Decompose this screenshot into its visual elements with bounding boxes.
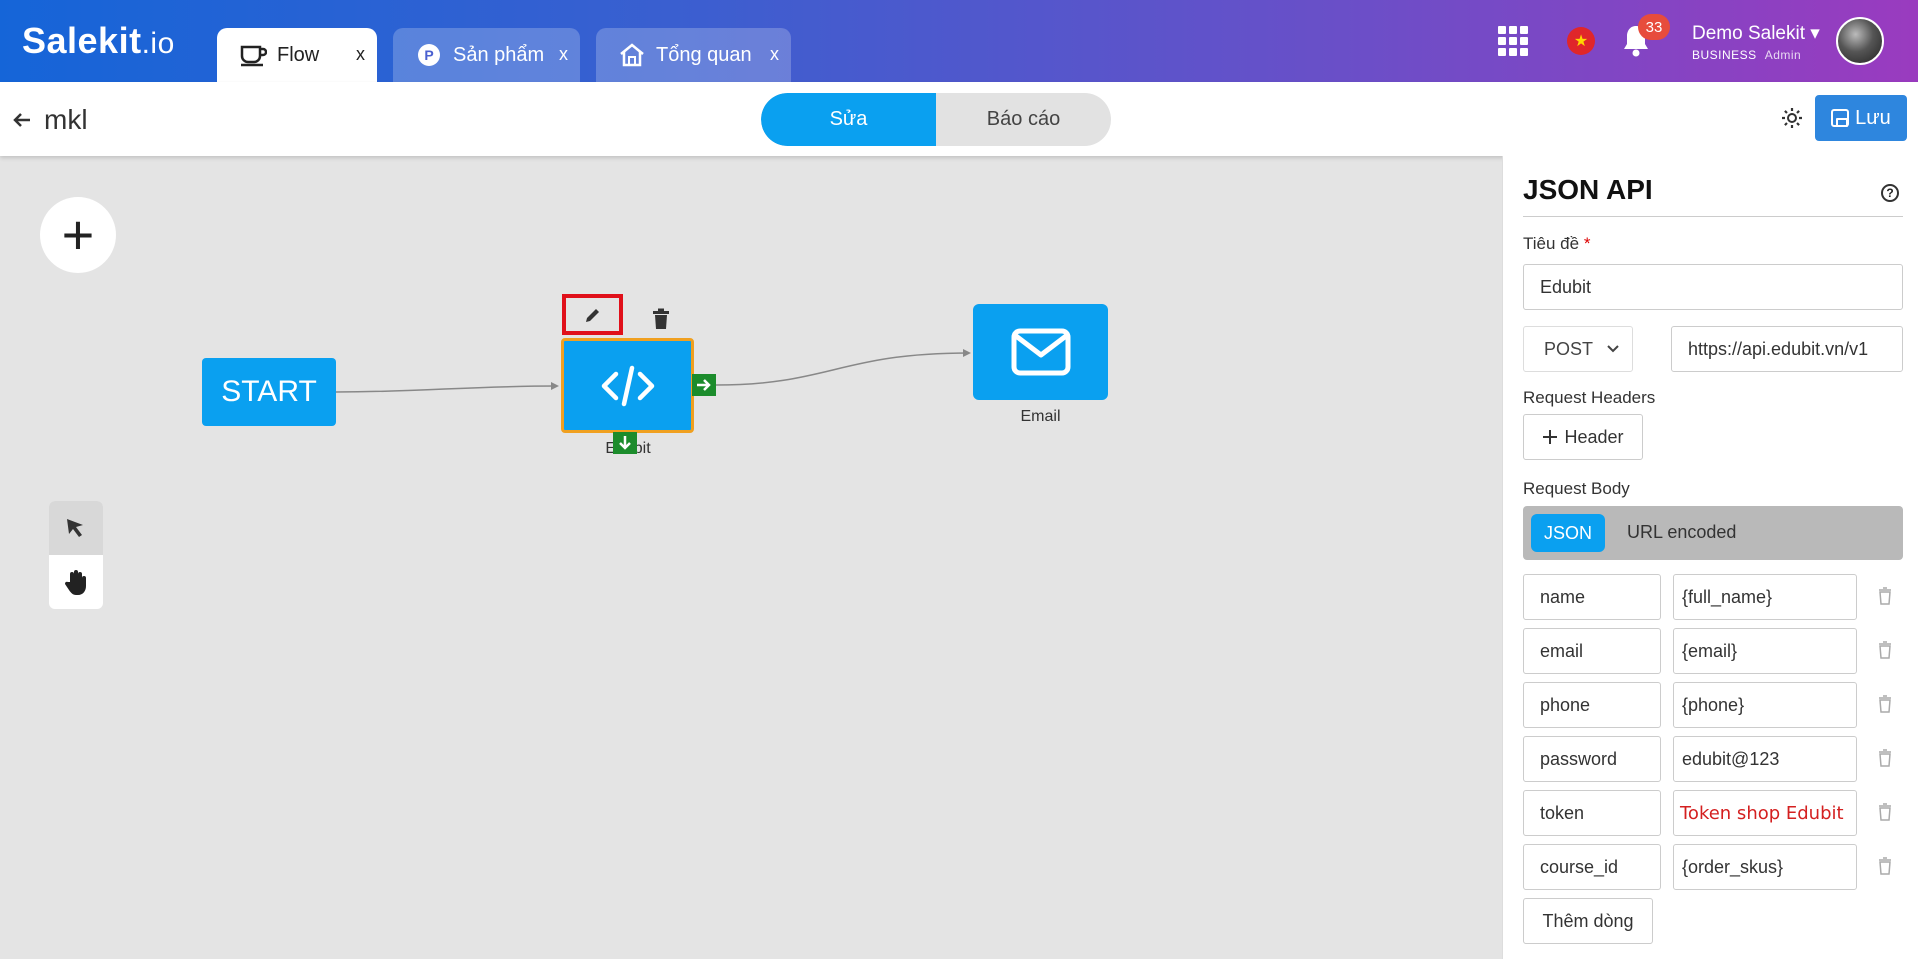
plus-icon [1543, 430, 1558, 444]
mode-switch: Sửa Báo cáo [761, 93, 1111, 146]
body-value-input[interactable]: edubit@123 [1673, 736, 1857, 782]
tab-tong-quan[interactable]: Tổng quan x [596, 28, 791, 82]
body-value-input[interactable]: {order_skus} [1673, 844, 1857, 890]
title-input[interactable]: Edubit [1523, 264, 1903, 310]
title-field-label: Tiêu đề * [1523, 234, 1591, 253]
body-key-input[interactable]: name [1523, 574, 1661, 620]
user-plan-role: BUSINESS Admin [1692, 48, 1802, 62]
add-node-button[interactable]: + [40, 197, 116, 273]
body-value-input[interactable]: Token shop Edubit [1673, 790, 1857, 836]
delete-node-icon[interactable] [651, 308, 671, 335]
avatar[interactable] [1836, 17, 1884, 65]
trash-icon[interactable] [1877, 749, 1893, 767]
add-header-button[interactable]: Header [1523, 414, 1643, 460]
tab-san-pham[interactable]: P Sản phẩm x [393, 28, 580, 82]
json-api-node[interactable] [561, 338, 694, 433]
tab-label: Tổng quan [656, 43, 752, 66]
flow-toolbar: mkl Sửa Báo cáo Lưu [0, 82, 1918, 156]
caret-down-icon: ▾ [1810, 23, 1820, 44]
envelope-icon [1011, 328, 1070, 376]
start-node[interactable]: START [202, 358, 336, 426]
pencil-icon [585, 308, 599, 322]
edit-node-button[interactable] [562, 294, 623, 335]
save-button[interactable]: Lưu [1815, 95, 1907, 141]
top-bar: Salekit.io Flow x P Sản phẩm x Tổng quan… [0, 0, 1918, 82]
mode-edit-button[interactable]: Sửa [761, 93, 936, 146]
apps-grid-icon[interactable] [1498, 26, 1530, 56]
email-node[interactable] [973, 304, 1108, 400]
body-type-toggle: JSON URL encoded [1523, 506, 1903, 560]
add-row-button[interactable]: Thêm dòng [1523, 898, 1653, 944]
home-icon [618, 41, 646, 69]
canvas-tools [49, 501, 103, 609]
request-body-label: Request Body [1523, 479, 1630, 498]
trash-icon[interactable] [1877, 587, 1893, 605]
floppy-disk-icon [1831, 109, 1850, 127]
body-type-json[interactable]: JSON [1531, 514, 1605, 552]
flow-canvas[interactable]: + START Edubit Email [0, 156, 1500, 959]
hand-tool-icon[interactable] [49, 555, 103, 609]
tab-close-button[interactable]: x [356, 44, 365, 65]
body-key-input[interactable]: token [1523, 790, 1661, 836]
vietnam-flag-icon[interactable]: ★ [1567, 27, 1595, 55]
body-key-input[interactable]: email [1523, 628, 1661, 674]
panel-title: JSON API [1523, 174, 1653, 205]
trash-icon[interactable] [1877, 695, 1893, 713]
body-key-input[interactable]: course_id [1523, 844, 1661, 890]
tab-flow[interactable]: Flow x [217, 28, 377, 82]
tab-label: Flow [277, 43, 320, 66]
pointer-tool-icon[interactable] [49, 501, 103, 555]
url-input[interactable]: https://api.edubit.vn/v1 [1671, 326, 1903, 372]
user-name[interactable]: Demo Salekit ▾ [1692, 22, 1820, 45]
tab-close-button[interactable]: x [770, 44, 779, 65]
body-key-input[interactable]: password [1523, 736, 1661, 782]
product-p-icon: P [415, 41, 443, 69]
http-method-select[interactable]: POST [1523, 326, 1633, 372]
divider [1523, 216, 1903, 217]
json-api-settings-panel: JSON API ? Tiêu đề * Edubit POST https:/… [1502, 156, 1918, 959]
request-headers-label: Request Headers [1523, 388, 1656, 407]
connection-lines [335, 349, 971, 393]
help-icon[interactable]: ? [1881, 184, 1899, 202]
salekit-logo[interactable]: Salekit.io [22, 20, 175, 62]
gear-icon[interactable] [1780, 106, 1804, 130]
body-type-url-encoded[interactable]: URL encoded [1627, 522, 1736, 543]
svg-text:P: P [424, 47, 433, 63]
trash-icon[interactable] [1877, 803, 1893, 821]
back-arrow-icon[interactable] [12, 110, 32, 136]
output-port-arrow-icon[interactable] [692, 374, 716, 396]
body-value-input[interactable]: {email} [1673, 628, 1857, 674]
email-node-label: Email [1020, 408, 1061, 425]
trash-icon[interactable] [1877, 641, 1893, 659]
body-key-input[interactable]: phone [1523, 682, 1661, 728]
mode-report-button[interactable]: Báo cáo [936, 93, 1111, 146]
trash-icon[interactable] [1877, 857, 1893, 875]
tab-close-button[interactable]: x [559, 44, 568, 65]
body-value-input[interactable]: {phone} [1673, 682, 1857, 728]
body-value-input[interactable]: {full_name} [1673, 574, 1857, 620]
coffee-cup-icon [239, 41, 267, 69]
tab-label: Sản phẩm [453, 43, 545, 66]
down-port-arrow-icon[interactable] [613, 432, 637, 454]
chevron-down-icon [1607, 345, 1619, 353]
notification-count-badge: 33 [1638, 14, 1670, 40]
code-icon [601, 365, 654, 406]
flow-title: mkl [44, 104, 88, 135]
